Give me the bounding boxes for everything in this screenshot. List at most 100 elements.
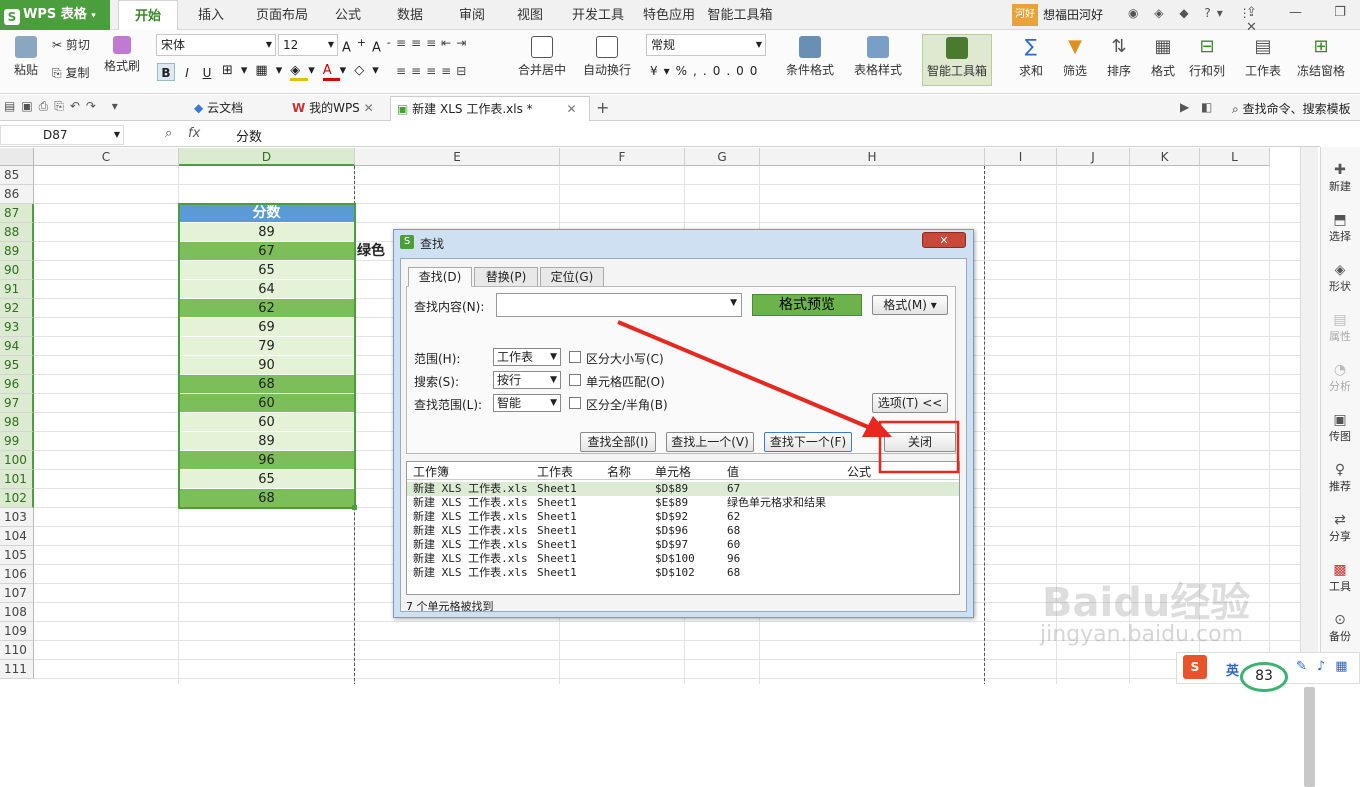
smart-toolbox-button[interactable]: 智能工具箱	[922, 34, 992, 86]
sidebar-9[interactable]: ▩ 工具	[1320, 562, 1360, 594]
freeze-button[interactable]: ⊞ 冻结窗格	[1296, 36, 1346, 79]
menu-tab-9[interactable]: 特色应用	[636, 0, 702, 30]
row-header-91[interactable]: 91	[0, 280, 34, 299]
sidebar-2[interactable]: ⬒ 选择	[1320, 212, 1360, 244]
copy-button[interactable]: ⎘ 复制	[52, 64, 89, 81]
dialog-tab-3[interactable]: 定位(G)	[540, 267, 604, 287]
filter-button[interactable]: ▼ 筛选	[1050, 36, 1100, 79]
paste-button[interactable]: 粘贴	[8, 36, 44, 78]
menu-tab-6[interactable]: 审阅	[446, 0, 498, 30]
dialog-close-x[interactable]: ✕	[922, 232, 966, 248]
table-style-button[interactable]: 表格样式	[848, 36, 908, 78]
select-all-corner[interactable]	[0, 148, 34, 166]
match-case-checkbox[interactable]	[569, 351, 581, 363]
row-header-89[interactable]: 89	[0, 242, 34, 261]
sidebar-3[interactable]: ◈ 形状	[1320, 262, 1360, 294]
column-header-J[interactable]: J	[1057, 148, 1130, 166]
column-header-D[interactable]: D	[179, 148, 355, 166]
tab-my-wps[interactable]: W 我的WPS ✕	[286, 96, 386, 121]
row-header-88[interactable]: 88	[0, 223, 34, 242]
sidebar-8[interactable]: ⇄ 分享	[1320, 512, 1360, 544]
cut-button[interactable]: ✂ 剪切	[52, 36, 90, 53]
fill-handle[interactable]	[352, 505, 357, 510]
vertical-scrollbar[interactable]	[1300, 147, 1318, 787]
user-name[interactable]: 想福田河好	[1043, 6, 1103, 23]
sort-button[interactable]: ⇅ 排序	[1094, 36, 1144, 79]
row-header-104[interactable]: 104	[0, 527, 34, 546]
row-header-105[interactable]: 105	[0, 546, 34, 565]
new-tab-button[interactable]: +	[596, 98, 609, 117]
match-cell-checkbox[interactable]	[569, 374, 581, 386]
number-format-select[interactable]: 常规 ▼	[646, 34, 766, 56]
row-header-103[interactable]: 103	[0, 508, 34, 527]
formula-input[interactable]: 分数	[236, 126, 262, 145]
format-button[interactable]: ▦ 格式	[1138, 36, 1188, 79]
column-header-L[interactable]: L	[1200, 148, 1270, 166]
sidebar-4[interactable]: ▤ 属性	[1320, 312, 1360, 344]
border-fill-font-color[interactable]: ⊞▾▦▾◈▾A▾◇▾	[222, 63, 387, 81]
result-row[interactable]: 新建 XLS 工作表.xls Sheet1 $D$92 62	[407, 510, 959, 524]
find-previous-button[interactable]: 查找上一个(V)	[666, 432, 754, 452]
dialog-tab-1[interactable]: 查找(D)	[408, 267, 472, 287]
lookin-select[interactable]: 智能	[493, 394, 561, 412]
result-column-header[interactable]: 工作簿	[413, 463, 449, 480]
sidebar-1[interactable]: ✚ 新建	[1320, 162, 1360, 194]
column-header-F[interactable]: F	[560, 148, 685, 166]
align-top-buttons[interactable]: ≡≡≡⇤⇥	[396, 36, 471, 50]
tab-bar-tools[interactable]: ▶ ◧	[1180, 100, 1216, 114]
font-name-select[interactable]: 宋体 ▼	[156, 34, 276, 56]
find-input[interactable]: ▼	[496, 293, 742, 317]
sidebar-7[interactable]: ♀ 推荐	[1320, 462, 1360, 494]
row-header-102[interactable]: 102	[0, 489, 34, 508]
row-header-92[interactable]: 92	[0, 299, 34, 318]
column-header-G[interactable]: G	[685, 148, 760, 166]
font-grow-shrink[interactable]: A+A-	[342, 36, 397, 55]
format-button[interactable]: 格式(M) ▾	[872, 295, 948, 315]
name-box[interactable]: D87 ▼	[0, 125, 124, 145]
result-row[interactable]: 新建 XLS 工作表.xls Sheet1 $D$96 68	[407, 524, 959, 538]
align-horizontal-buttons[interactable]: ≡≡≡≡⊟	[396, 64, 471, 78]
number-format-buttons[interactable]: ¥▾%,.0.00	[650, 64, 763, 78]
row-header-87[interactable]: 87	[0, 204, 34, 223]
row-header-101[interactable]: 101	[0, 470, 34, 489]
format-painter-button[interactable]: 格式刷	[104, 36, 140, 74]
row-header-109[interactable]: 109	[0, 622, 34, 641]
ime-tool-icons[interactable]: ✎♪▦	[1296, 659, 1357, 674]
row-header-106[interactable]: 106	[0, 565, 34, 584]
sidebar-6[interactable]: ▣ 传图	[1320, 412, 1360, 444]
row-header-93[interactable]: 93	[0, 318, 34, 337]
menu-tab-10[interactable]: 智能工具箱	[704, 0, 776, 30]
bold-button[interactable]: B	[157, 63, 175, 81]
sum-button[interactable]: ∑ 求和	[1006, 36, 1056, 79]
menu-tab-2[interactable]: 插入	[182, 0, 240, 30]
ime-language[interactable]: 英	[1226, 660, 1239, 679]
menu-tab-5[interactable]: 数据	[382, 0, 438, 30]
scroll-thumb[interactable]	[1304, 687, 1315, 787]
result-row[interactable]: 新建 XLS 工作表.xls Sheet1 $D$102 68	[407, 566, 959, 580]
result-row[interactable]: 新建 XLS 工作表.xls Sheet1 $D$100 96	[407, 552, 959, 566]
user-badge[interactable]: 河好	[1012, 4, 1038, 26]
column-header-C[interactable]: C	[34, 148, 179, 166]
result-column-header[interactable]: 工作表	[537, 463, 573, 480]
menu-tab-3[interactable]: 页面布局	[248, 0, 316, 30]
row-header-99[interactable]: 99	[0, 432, 34, 451]
result-column-header[interactable]: 公式	[847, 463, 871, 480]
column-header-H[interactable]: H	[760, 148, 985, 166]
column-header-K[interactable]: K	[1130, 148, 1200, 166]
match-width-checkbox[interactable]	[569, 397, 581, 409]
dialog-tab-2[interactable]: 替换(P)	[474, 267, 538, 287]
menu-tab-1[interactable]: 开始	[118, 0, 178, 30]
quick-access-toolbar[interactable]: ▤▣⎙⎘↶↷ ▾	[4, 99, 124, 114]
tab-current-workbook[interactable]: ▣ 新建 XLS 工作表.xls * ✕	[390, 96, 590, 121]
zoom-lookup-icon[interactable]: ⌕	[165, 126, 172, 141]
overflow-text-cell[interactable]: 绿色	[357, 242, 385, 261]
row-header-98[interactable]: 98	[0, 413, 34, 432]
scope-select[interactable]: 工作表	[493, 348, 561, 366]
find-all-button[interactable]: 查找全部(I)	[580, 432, 656, 452]
row-header-85[interactable]: 85	[0, 166, 34, 185]
function-button[interactable]: fx	[188, 126, 200, 141]
sidebar-5[interactable]: ◔ 分析	[1320, 362, 1360, 394]
result-column-header[interactable]: 值	[727, 463, 739, 480]
result-column-header[interactable]: 名称	[607, 463, 631, 480]
row-header-96[interactable]: 96	[0, 375, 34, 394]
